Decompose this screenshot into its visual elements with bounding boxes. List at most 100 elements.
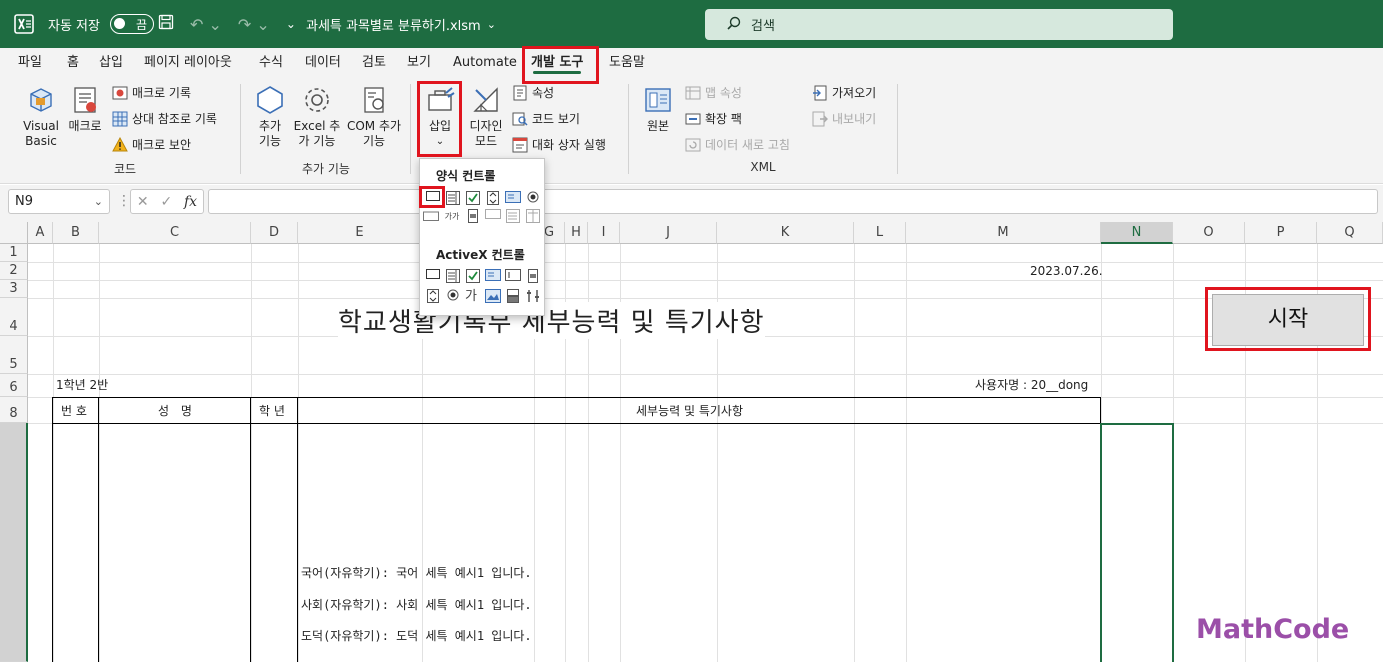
design-mode-button[interactable]: 디자인 모드 <box>464 84 508 149</box>
insert-controls-button[interactable]: 삽입 ⌄ <box>420 84 460 149</box>
activex-combo-box-icon[interactable] <box>444 269 462 285</box>
excel-addins-button[interactable]: Excel 추가 기능 <box>292 84 342 149</box>
user-cell[interactable]: 사용자명 : 20__dong <box>975 376 1088 393</box>
import-button[interactable]: 가져오기 <box>812 83 876 103</box>
selected-cell-n9[interactable] <box>1100 423 1174 662</box>
save-icon[interactable] <box>158 14 174 34</box>
customize-qat-icon[interactable]: ⌄ <box>286 17 296 31</box>
tab-developer[interactable]: 개발 도구 <box>531 48 583 78</box>
com-addins-button[interactable]: COM 추가 기능 <box>346 84 402 149</box>
properties-button[interactable]: 속성 <box>512 83 554 103</box>
more-controls-icon[interactable] <box>524 289 542 305</box>
tab-home[interactable]: 홈 <box>67 48 79 78</box>
addins-button[interactable]: 추가 기능 <box>250 84 290 149</box>
view-code-button[interactable]: 코드 보기 <box>512 109 580 129</box>
content-line-2[interactable]: 사회(자유학기): 사회 세특 예시1 입니다. <box>301 596 532 613</box>
autosave-control[interactable]: 자동 저장 끔 <box>48 0 154 48</box>
redo-icon[interactable]: ↷ ⌄ <box>238 15 270 34</box>
activex-option-button-icon[interactable] <box>444 289 462 305</box>
header-content[interactable]: 세부능력 및 특기사항 <box>636 402 743 419</box>
name-box[interactable]: N9 ⌄ <box>8 189 110 214</box>
activex-list-box-icon[interactable] <box>484 269 502 285</box>
row-header-6[interactable]: 6 <box>0 374 28 397</box>
file-name[interactable]: 과세특 과목별로 분류하기.xlsm ⌄ <box>306 0 496 48</box>
header-grade[interactable]: 학 년 <box>259 402 285 419</box>
row-header-8[interactable]: 8 <box>0 397 28 423</box>
run-dialog-button[interactable]: 대화 상자 실행 <box>512 135 606 155</box>
column-header-j[interactable]: J <box>620 222 717 244</box>
spin-button-icon[interactable] <box>484 191 502 207</box>
tab-help[interactable]: 도움말 <box>609 48 645 78</box>
refresh-data-button[interactable]: 데이터 새로 고침 <box>685 135 790 155</box>
activex-text-box-icon[interactable] <box>504 269 522 285</box>
content-line-3[interactable]: 도덕(자유학기): 도덕 세특 예시1 입니다. <box>301 627 532 644</box>
formula-input[interactable] <box>208 189 1378 214</box>
row-header-2[interactable]: 2 <box>0 262 28 280</box>
command-button-icon[interactable] <box>424 269 442 285</box>
activex-checkbox-icon[interactable] <box>464 269 482 285</box>
visual-basic-button[interactable]: Visual Basic <box>20 84 62 149</box>
row-header-1[interactable]: 1 <box>0 244 28 262</box>
sheet-title[interactable]: 학교생활기록부 세부능력 및 특기사항 <box>338 302 765 339</box>
row-header-5[interactable]: 5 <box>0 336 28 374</box>
column-header-l[interactable]: L <box>854 222 906 244</box>
column-header-c[interactable]: C <box>99 222 251 244</box>
column-header-o[interactable]: O <box>1173 222 1245 244</box>
activex-image-icon[interactable] <box>484 289 502 305</box>
list-box-icon[interactable] <box>504 191 522 207</box>
tab-formulas[interactable]: 수식 <box>259 48 283 78</box>
start-button[interactable]: 시작 <box>1212 294 1364 346</box>
checkbox-icon[interactable] <box>464 191 482 207</box>
column-header-b[interactable]: B <box>53 222 99 244</box>
column-header-m[interactable]: M <box>906 222 1101 244</box>
expansion-pack-button[interactable]: 확장 팩 <box>685 109 742 129</box>
column-header-n[interactable]: N <box>1101 222 1173 244</box>
combo-box-icon[interactable] <box>444 191 462 207</box>
search-input[interactable]: 검색 <box>705 9 1173 40</box>
tab-insert[interactable]: 삽입 <box>99 48 123 78</box>
tab-data[interactable]: 데이터 <box>305 48 341 78</box>
activex-toggle-button-icon[interactable] <box>504 289 522 305</box>
option-button-icon[interactable] <box>524 191 542 207</box>
undo-icon[interactable]: ↶ ⌄ <box>190 15 222 34</box>
column-header-i[interactable]: I <box>588 222 620 244</box>
column-header-q[interactable]: Q <box>1317 222 1383 244</box>
spreadsheet-grid[interactable]: A B C D E F G H I J K L M N O P Q 1 2 3 … <box>0 222 1383 662</box>
record-macro-button[interactable]: 매크로 기록 <box>112 83 191 103</box>
enter-icon[interactable]: ✓ <box>160 194 172 210</box>
content-line-1[interactable]: 국어(자유학기): 국어 세특 예시1 입니다. <box>301 564 532 581</box>
tab-page-layout[interactable]: 페이지 레이아웃 <box>144 48 232 78</box>
tab-file[interactable]: 파일 <box>18 48 42 78</box>
row-header-4[interactable]: 4 <box>0 298 28 336</box>
date-cell[interactable]: 2023.07.26. <box>1030 264 1103 278</box>
activex-label-icon[interactable]: 가 <box>462 289 480 305</box>
combo-drop-edit-icon[interactable] <box>524 209 542 225</box>
row-header-9[interactable] <box>0 423 28 662</box>
autosave-toggle[interactable]: 끔 <box>109 14 154 34</box>
column-header-k[interactable]: K <box>717 222 854 244</box>
label-control-icon[interactable]: 가가 <box>442 209 462 225</box>
tab-view[interactable]: 보기 <box>407 48 431 78</box>
activex-spin-button-icon[interactable] <box>424 289 442 305</box>
macro-security-button[interactable]: 매크로 보안 <box>112 135 191 155</box>
select-all-corner[interactable] <box>0 222 28 244</box>
text-field-icon[interactable] <box>484 209 502 225</box>
scroll-bar-icon[interactable] <box>464 209 482 225</box>
column-header-h[interactable]: H <box>565 222 588 244</box>
macro-button[interactable]: 매크로 <box>64 84 106 134</box>
combo-list-edit-icon[interactable] <box>504 209 522 225</box>
class-cell[interactable]: 1학년 2반 <box>56 376 108 393</box>
group-box-icon[interactable] <box>422 209 440 225</box>
cancel-icon[interactable]: ✕ <box>137 194 149 210</box>
xml-source-button[interactable]: 원본 <box>640 84 676 134</box>
column-header-e[interactable]: E <box>298 222 422 244</box>
column-header-p[interactable]: P <box>1245 222 1317 244</box>
map-properties-button[interactable]: 맵 속성 <box>685 83 742 103</box>
tab-review[interactable]: 검토 <box>362 48 386 78</box>
header-name[interactable]: 성 명 <box>158 402 196 419</box>
header-number[interactable]: 번 호 <box>61 402 87 419</box>
chevron-down-icon[interactable]: ⌄ <box>94 190 103 213</box>
tab-automate[interactable]: Automate <box>453 48 517 78</box>
column-header-d[interactable]: D <box>251 222 298 244</box>
relative-reference-button[interactable]: 상대 참조로 기록 <box>112 109 217 129</box>
